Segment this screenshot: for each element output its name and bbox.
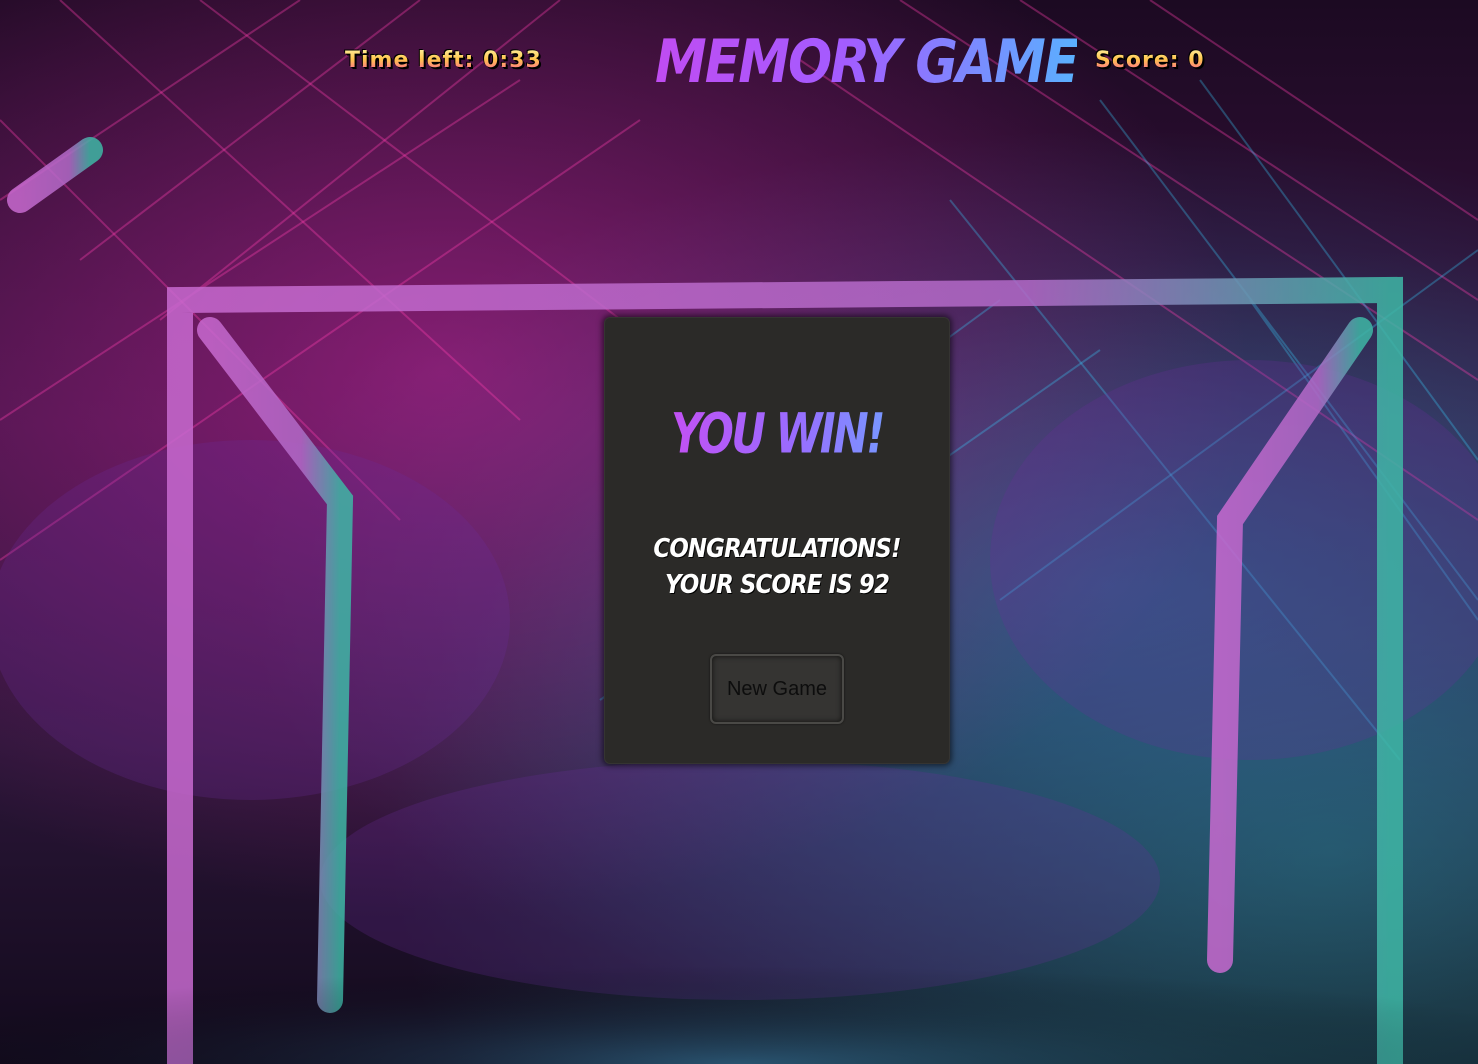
game-title: MEMORY GAME — [655, 28, 1079, 97]
time-left-display: Time left: 0:33 — [345, 48, 542, 73]
win-heading: YOU WIN! — [630, 402, 924, 466]
win-message: CONGRATULATIONS! YOUR SCORE IS 92 — [625, 531, 929, 603]
new-game-button[interactable]: New Game — [710, 654, 844, 724]
win-dialog: YOU WIN! CONGRATULATIONS! YOUR SCORE IS … — [604, 317, 950, 764]
final-score-text: YOUR SCORE IS 92 — [664, 570, 890, 600]
congratulations-text: CONGRATULATIONS! — [653, 534, 901, 564]
game-screen: Time left: 0:33 MEMORY GAME Score: 0 YOU… — [0, 0, 1478, 1064]
score-display: Score: 0 — [1095, 48, 1205, 73]
